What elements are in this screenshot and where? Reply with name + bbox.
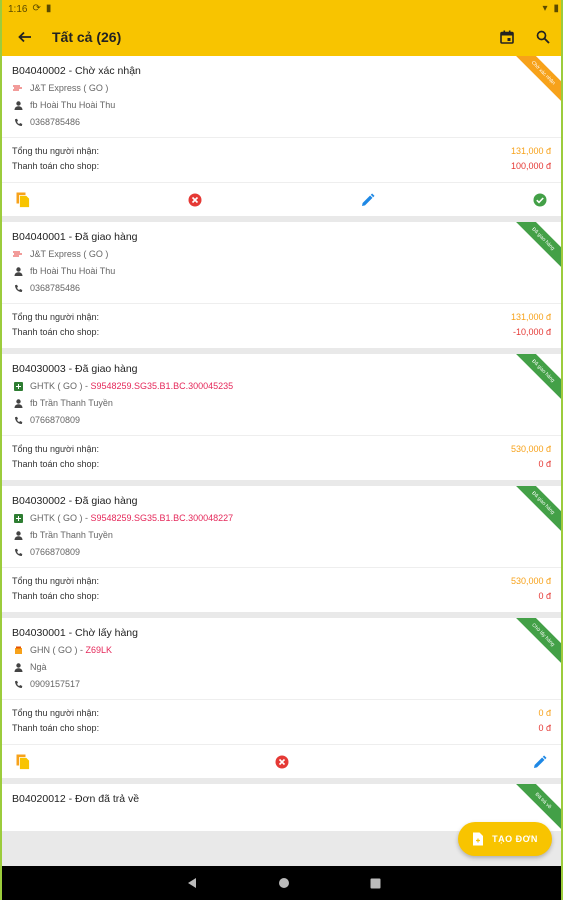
ghtk-logo-icon (12, 381, 24, 391)
customer-name: fb Trần Thanh Tuyền (30, 398, 113, 408)
phone-icon (12, 416, 24, 425)
phone-icon (12, 548, 24, 557)
customer-name: fb Trần Thanh Tuyền (30, 530, 113, 540)
person-icon (12, 100, 24, 110)
ghtk-logo-icon (12, 513, 24, 523)
customer-name: Ngà (30, 662, 47, 672)
carrier-name: J&T Express ( GO ) (30, 83, 109, 93)
total-receiver-label: Tổng thu người nhận: (12, 146, 99, 156)
nav-recents-icon[interactable] (369, 876, 383, 890)
copy-file-icon[interactable] (14, 191, 32, 209)
shop-payment-value: 100,000 đ (510, 161, 551, 171)
customer-phone: 0766870809 (30, 547, 81, 557)
customer-phone: 0368785486 (30, 117, 81, 127)
sd-card-icon: ▮ (45, 3, 52, 14)
carrier-name: GHTK ( GO ) (30, 381, 83, 391)
jt-express-logo-icon (12, 251, 24, 257)
order-card[interactable]: Đã giao hàng B04040001 - Đã giao hàng J&… (2, 222, 561, 348)
order-card[interactable]: Đã giao hàng B04030002 - Đã giao hàng GH… (2, 486, 561, 612)
order-code: B04030001 - Chờ lấy hàng (12, 627, 138, 639)
shop-payment-value: -10,000 đ (512, 327, 551, 337)
carrier-name: J&T Express ( GO ) (30, 249, 109, 259)
shop-payment-label: Thanh toán cho shop: (12, 591, 100, 601)
shop-payment-label: Thanh toán cho shop: (12, 459, 100, 469)
wifi-icon: ▾ (542, 3, 548, 14)
phone-icon (12, 680, 24, 689)
order-code: B04020012 - Đơn đã trả về (12, 793, 140, 805)
cancel-icon[interactable] (186, 191, 204, 209)
person-icon (12, 530, 24, 540)
confirm-check-icon[interactable] (531, 191, 549, 209)
status-bar: 1:16 ⟳ ▮ ▾ ▮ (2, 0, 561, 18)
customer-phone: 0909157517 (30, 679, 81, 689)
jt-express-logo-icon (12, 85, 24, 91)
total-receiver-label: Tổng thu người nhận: (12, 708, 99, 718)
tracking-code: S9548259.SG35.B1.BC.300048227 (90, 513, 234, 523)
order-code: B04040002 - Chờ xác nhận (12, 65, 141, 77)
tracking-code: S9548259.SG35.B1.BC.300045235 (90, 381, 234, 391)
total-receiver-value: 131,000 đ (510, 146, 551, 156)
phone-icon (12, 118, 24, 127)
app-frame: 1:16 ⟳ ▮ ▾ ▮ Tất cả (26) Chờ xác nhận B0… (0, 0, 563, 900)
search-icon[interactable] (533, 27, 553, 47)
battery-icon: ▮ (553, 3, 559, 14)
total-receiver-value: 530,000 đ (510, 576, 551, 586)
create-order-label: TẠO ĐƠN (492, 834, 538, 844)
customer-name: fb Hoài Thu Hoài Thu (30, 100, 116, 110)
edit-pencil-icon[interactable] (531, 753, 549, 771)
document-add-icon (472, 832, 484, 846)
shop-payment-label: Thanh toán cho shop: (12, 161, 100, 171)
carrier-name: GHN ( GO ) (30, 645, 78, 655)
system-nav-bar (2, 866, 561, 900)
sync-icon: ⟳ (32, 3, 41, 14)
shop-payment-value: 0 đ (538, 723, 551, 733)
order-card[interactable]: Đã giao hàng B04030003 - Đã giao hàng GH… (2, 354, 561, 480)
order-code: B04030003 - Đã giao hàng (12, 363, 138, 375)
back-arrow-icon[interactable] (14, 26, 36, 48)
shop-payment-label: Thanh toán cho shop: (12, 327, 100, 337)
page-title: Tất cả (26) (52, 29, 122, 45)
order-code: B04040001 - Đã giao hàng (12, 231, 138, 243)
shop-payment-value: 0 đ (538, 459, 551, 469)
carrier-name: GHTK ( GO ) (30, 513, 83, 523)
app-bar: Tất cả (26) (2, 18, 561, 56)
total-receiver-value: 0 đ (538, 708, 551, 718)
ghn-logo-icon (12, 646, 24, 655)
total-receiver-label: Tổng thu người nhận: (12, 312, 99, 322)
edit-pencil-icon[interactable] (359, 191, 377, 209)
cancel-icon[interactable] (273, 753, 291, 771)
calendar-icon[interactable] (497, 27, 517, 47)
shop-payment-value: 0 đ (538, 591, 551, 601)
total-receiver-value: 131,000 đ (510, 312, 551, 322)
nav-back-icon[interactable] (185, 876, 199, 890)
person-icon (12, 266, 24, 276)
total-receiver-label: Tổng thu người nhận: (12, 444, 99, 454)
customer-phone: 0766870809 (30, 415, 81, 425)
shop-payment-label: Thanh toán cho shop: (12, 723, 100, 733)
total-receiver-label: Tổng thu người nhận: (12, 576, 99, 586)
create-order-button[interactable]: TẠO ĐƠN (458, 822, 552, 856)
customer-name: fb Hoài Thu Hoài Thu (30, 266, 116, 276)
order-code: B04030002 - Đã giao hàng (12, 495, 138, 507)
tracking-code: Z69LK (85, 645, 113, 655)
total-receiver-value: 530,000 đ (510, 444, 551, 454)
nav-home-icon[interactable] (277, 876, 291, 890)
order-card[interactable]: Chờ lấy hàng B04030001 - Chờ lấy hàng GH… (2, 618, 561, 778)
customer-phone: 0368785486 (30, 283, 81, 293)
person-icon (12, 662, 24, 672)
person-icon (12, 398, 24, 408)
status-time: 1:16 (8, 3, 28, 15)
order-card[interactable]: Chờ xác nhận B04040002 - Chờ xác nhận J&… (2, 56, 561, 216)
copy-file-icon[interactable] (14, 753, 32, 771)
order-list: Chờ xác nhận B04040002 - Chờ xác nhận J&… (2, 56, 561, 866)
phone-icon (12, 284, 24, 293)
